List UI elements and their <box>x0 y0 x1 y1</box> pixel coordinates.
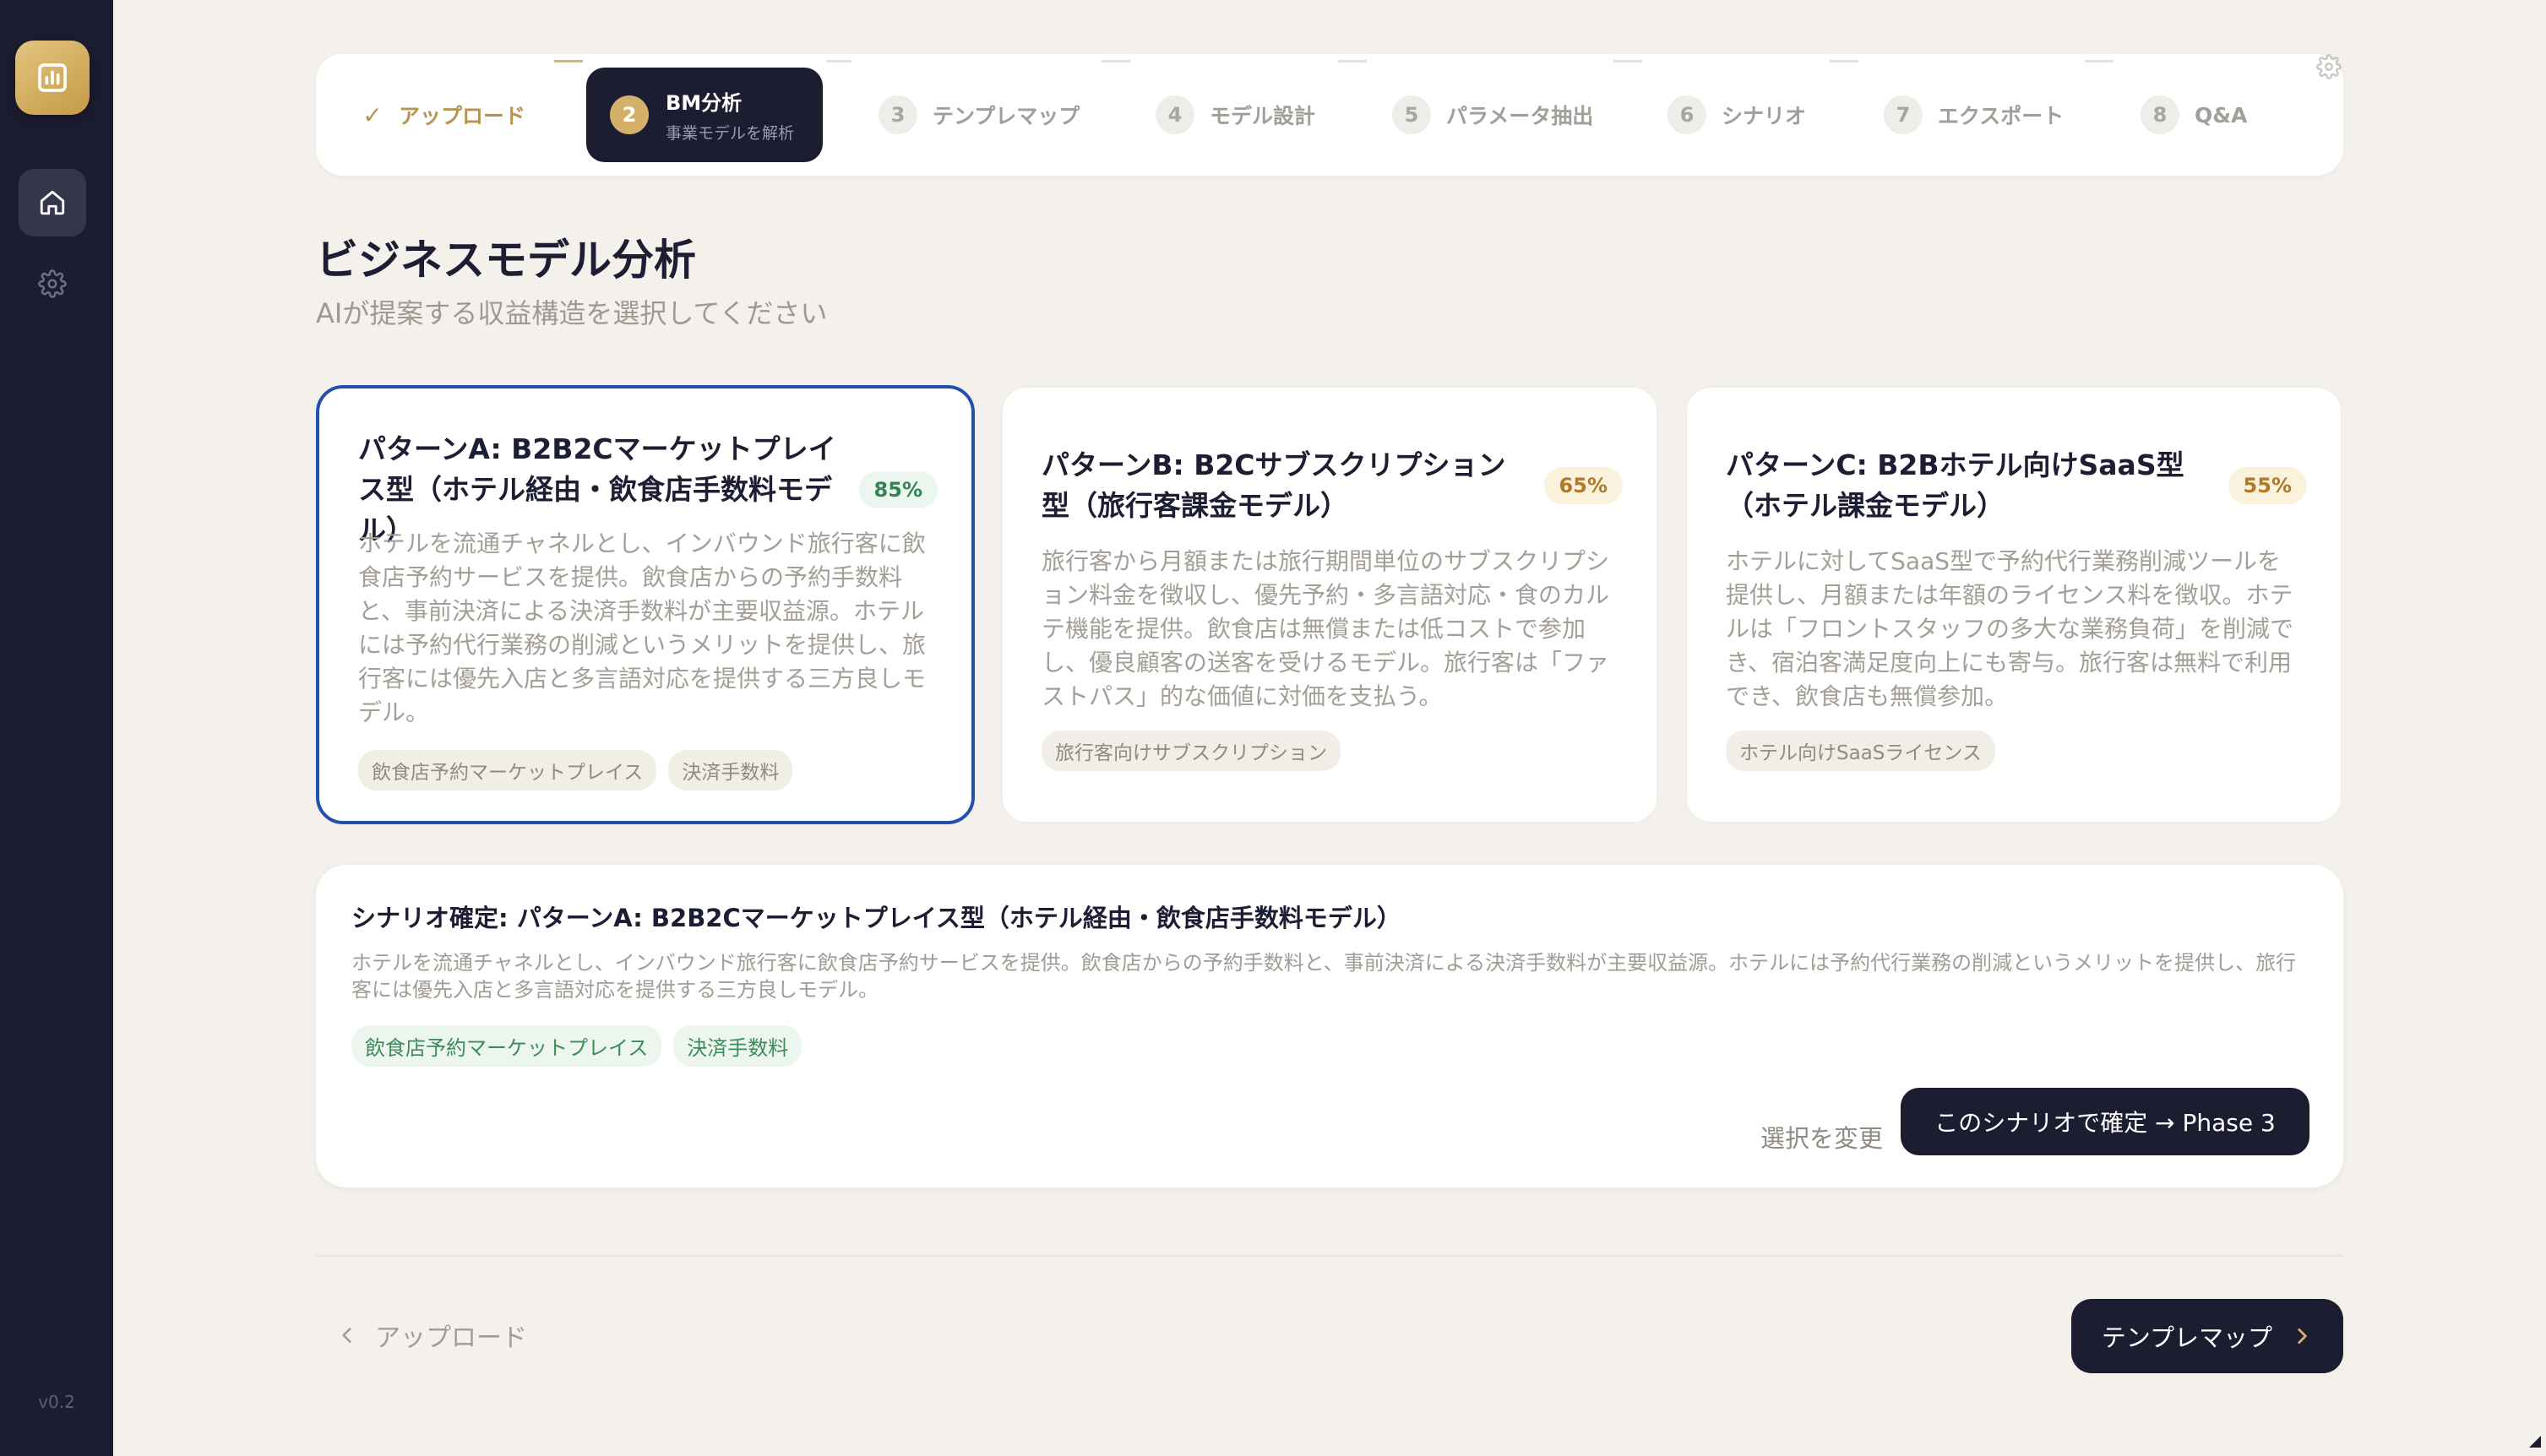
card-tags: ホテル向けSaaSライセンス <box>1726 731 1995 771</box>
score-badge: 65% <box>1543 467 1623 504</box>
step-connector <box>1338 60 1367 62</box>
step-scenario[interactable]: 6 シナリオ <box>1667 54 1806 176</box>
step-connector <box>2085 60 2114 62</box>
page-subtitle: AIが提案する収益構造を選択してください <box>316 297 828 329</box>
step-model-design[interactable]: 4 モデル設計 <box>1156 54 1315 176</box>
version-label: v0.2 <box>38 1392 75 1412</box>
step-label: シナリオ <box>1722 104 1807 128</box>
scenario-confirm-panel: シナリオ確定: パターンA: B2B2Cマーケットプレイス型（ホテル経由・飲食店… <box>316 865 2343 1187</box>
next-button[interactable]: テンプレマップ <box>2071 1299 2343 1373</box>
check-icon: ✓ <box>362 101 383 129</box>
step-label: アップロード <box>399 104 526 128</box>
card-tags: 旅行客向けサブスクリプション <box>1042 731 1341 771</box>
step-number: 2 <box>610 95 649 134</box>
step-number: 7 <box>1884 95 1923 134</box>
step-connector <box>1102 60 1130 62</box>
gear-icon <box>2316 54 2342 79</box>
nav-settings-button[interactable] <box>19 250 86 318</box>
card-title: パターンC: B2Bホテル向けSaaS型（ホテル課金モデル） <box>1726 448 2184 522</box>
step-number: 5 <box>1392 95 1431 134</box>
page-title: ビジネスモデル分析 <box>316 236 696 285</box>
step-bm-analysis[interactable]: 2 BM分析 事業モデルを解析 <box>586 68 823 162</box>
step-connector <box>826 60 851 62</box>
confirm-tags: 飲食店予約マーケットプレイス 決済手数料 <box>351 1025 802 1067</box>
pattern-card-b[interactable]: パターンB: B2Cサブスクリプション型（旅行客課金モデル） 65% 旅行客から… <box>1000 385 1659 824</box>
nav-home-button[interactable] <box>19 169 86 236</box>
step-template-map[interactable]: 3 テンプレマップ <box>879 54 1080 176</box>
step-upload[interactable]: ✓ アップロード <box>353 54 525 176</box>
tag: 決済手数料 <box>668 750 793 790</box>
back-button[interactable]: アップロード <box>336 1317 527 1353</box>
tag: 飲食店予約マーケットプレイス <box>351 1025 662 1067</box>
tag: 飲食店予約マーケットプレイス <box>358 750 657 790</box>
card-tags: 飲食店予約マーケットプレイス 決済手数料 <box>358 750 793 790</box>
step-number: 4 <box>1156 95 1194 134</box>
step-qa[interactable]: 8 Q&A <box>2141 54 2247 176</box>
step-connector <box>554 60 583 62</box>
confirm-description: ホテルを流通チャネルとし、インバウンド旅行客に飲食店予約サービスを提供。飲食店か… <box>351 951 2297 1002</box>
step-export[interactable]: 7 エクスポート <box>1884 54 2064 176</box>
sidebar: v0.2 <box>0 0 113 1456</box>
step-number: 8 <box>2141 95 2179 134</box>
card-description: ホテルに対してSaaS型で予約代行業務削減ツールを提供し、月額または年額のライセ… <box>1726 547 2294 710</box>
card-description: ホテルを流通チャネルとし、インバウンド旅行客に飲食店予約サービスを提供。飲食店か… <box>358 530 927 726</box>
tag: ホテル向けSaaSライセンス <box>1726 731 1995 771</box>
next-label: テンプレマップ <box>2101 1323 2273 1352</box>
step-label: テンプレマップ <box>933 104 1080 128</box>
confirm-title: シナリオ確定: パターンA: B2B2Cマーケットプレイス型（ホテル経由・飲食店… <box>351 904 1401 932</box>
gear-icon <box>38 269 67 298</box>
step-connector <box>1613 60 1642 62</box>
back-label: アップロード <box>375 1323 527 1353</box>
pattern-card-c[interactable]: パターンC: B2Bホテル向けSaaS型（ホテル課金モデル） 55% ホテルに対… <box>1684 385 2343 824</box>
step-connector <box>1830 60 1858 62</box>
step-parameter-extraction[interactable]: 5 パラメータ抽出 <box>1392 54 1593 176</box>
score-badge: 85% <box>858 471 938 508</box>
chevron-right-icon <box>2298 1328 2307 1344</box>
home-icon <box>40 190 65 215</box>
step-number: 6 <box>1667 95 1706 134</box>
chevron-left-icon <box>342 1328 351 1343</box>
tag: 決済手数料 <box>673 1025 802 1067</box>
window-resize-handle[interactable] <box>2529 1435 2541 1451</box>
card-title: パターンB: B2Cサブスクリプション型（旅行客課金モデル） <box>1042 448 1506 522</box>
step-number: 3 <box>879 95 917 134</box>
step-label: Q&A <box>2195 102 2248 128</box>
card-description: 旅行客から月額または旅行期間単位のサブスクリプション料金を徴収し、優先予約・多言… <box>1042 547 1610 710</box>
score-badge: 55% <box>2228 467 2307 504</box>
app-logo[interactable] <box>15 41 90 115</box>
step-label: BM分析 <box>666 91 743 115</box>
pattern-card-a[interactable]: パターンA: B2B2Cマーケットプレイス型（ホテル経由・飲食店手数料モデル） … <box>316 385 975 824</box>
bar-chart-icon <box>38 63 67 92</box>
step-label: パラメータ抽出 <box>1446 104 1594 128</box>
confirm-scenario-button[interactable]: このシナリオで確定 → Phase 3 <box>1901 1088 2309 1155</box>
stepper-settings-button[interactable] <box>2316 54 2342 83</box>
step-sublabel: 事業モデルを解析 <box>666 124 795 143</box>
divider <box>316 1255 2343 1257</box>
resize-corner-icon <box>2529 1436 2541 1448</box>
step-label: エクスポート <box>1938 104 2065 128</box>
change-selection-button[interactable]: 選択を変更 <box>1760 1105 1883 1172</box>
tag: 旅行客向けサブスクリプション <box>1042 731 1341 771</box>
step-label: モデル設計 <box>1210 104 1316 128</box>
